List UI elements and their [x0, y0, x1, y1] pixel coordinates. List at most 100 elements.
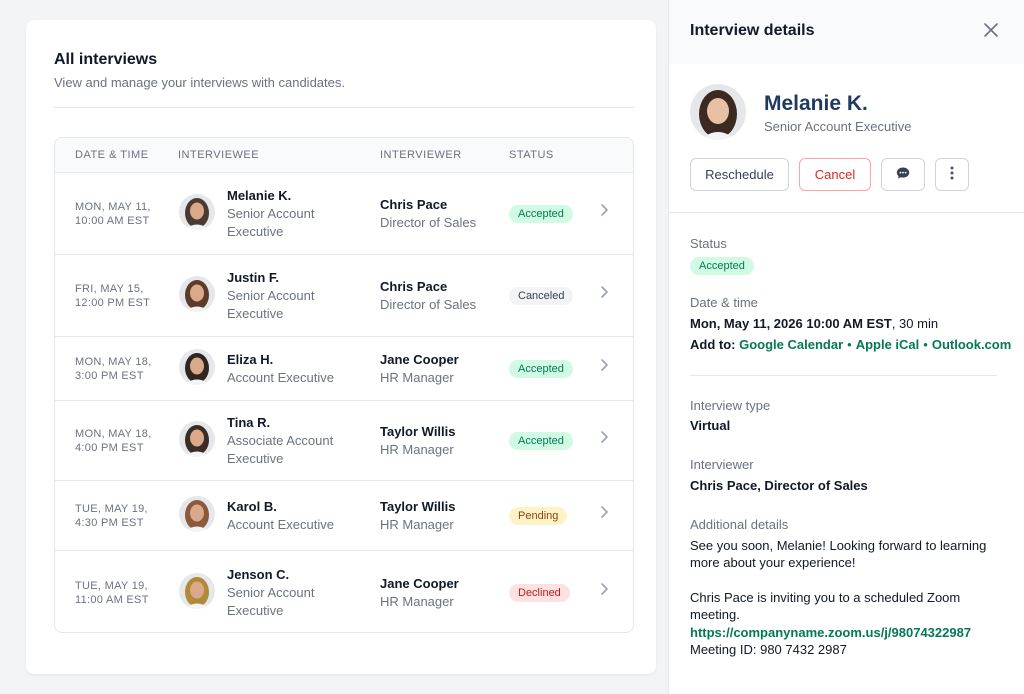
cancel-button[interactable]: Cancel	[799, 158, 871, 191]
column-header-interviewee: INTERVIEWEE	[178, 149, 260, 161]
avatar	[179, 496, 215, 532]
interviewee-role: Associate Account	[227, 433, 334, 448]
table-row[interactable]: TUE, MAY 19, 11:00 AM EST Jenson C. Seni…	[55, 551, 633, 632]
time-line: 11:00 AM EST	[75, 594, 149, 606]
apple-ical-link[interactable]: Apple iCal	[856, 337, 920, 352]
time-line: 10:00 AM EST	[75, 215, 150, 227]
panel-title: Interview details	[690, 22, 815, 39]
avatar	[179, 276, 215, 312]
avatar	[179, 194, 215, 230]
status-cell: Accepted	[509, 359, 573, 378]
interviewee-role-cont: Executive	[227, 603, 284, 618]
interviewer: Taylor Willis HR Manager	[380, 423, 500, 459]
interviewee-name: Jenson C.	[227, 567, 290, 582]
interviewer-label: Interviewer	[690, 457, 754, 472]
column-header-status: STATUS	[509, 149, 554, 161]
divider	[669, 212, 1024, 213]
page-title: All interviews	[54, 51, 158, 68]
interviewee-role: Senior Account	[227, 206, 315, 221]
status-cell: Canceled	[509, 286, 574, 305]
interviewee-name: Melanie K.	[227, 188, 292, 203]
interviewer: Jane Cooper HR Manager	[380, 575, 500, 611]
interview-details-panel: Interview details Melanie K. Senior Acco…	[668, 0, 1024, 694]
close-icon[interactable]	[979, 18, 1003, 42]
status-badge: Accepted	[509, 432, 573, 450]
interviewee-role: Senior Account	[227, 288, 315, 303]
date-line: TUE, MAY 19,	[75, 580, 148, 592]
interviewee-name: Eliza H.	[227, 352, 274, 367]
message-button[interactable]	[881, 158, 925, 191]
datetime-text: Mon, May 11, 2026 10:00 AM EST	[690, 316, 892, 331]
divider	[54, 107, 634, 108]
panel-header: Interview details	[669, 0, 1024, 64]
table-row[interactable]: FRI, MAY 15, 12:00 PM EST Justin F. Seni…	[55, 255, 633, 337]
interviewee-name: Justin F.	[227, 270, 280, 285]
interviewee: Tina R. Associate Account Executive	[227, 414, 347, 468]
avatar	[179, 349, 215, 385]
reschedule-button[interactable]: Reschedule	[690, 158, 789, 191]
interview-type-value: Virtual	[690, 418, 731, 433]
status-badge-text: Accepted	[690, 257, 754, 275]
chat-icon	[895, 165, 911, 184]
interviewer: Chris Pace Director of Sales	[380, 196, 500, 232]
status-cell: Pending	[509, 506, 568, 525]
chevron-right-icon[interactable]	[599, 505, 609, 524]
chevron-right-icon[interactable]	[599, 430, 609, 449]
interviewer-name: Taylor Willis	[380, 424, 456, 439]
candidate-role: Senior Account Executive	[764, 119, 912, 134]
interviewer-role: HR Manager	[380, 442, 454, 457]
interviewer-name: Chris Pace	[380, 279, 448, 294]
interviewee-role-cont: Executive	[227, 306, 284, 321]
table-row[interactable]: MON, MAY 11, 10:00 AM EST Melanie K. Sen…	[55, 173, 633, 255]
date-line: MON, MAY 18,	[75, 356, 152, 368]
table-row[interactable]: MON, MAY 18, 4:00 PM EST Tina R. Associa…	[55, 401, 633, 481]
interviewer-role: HR Manager	[380, 594, 454, 609]
interviewer-name: Jane Cooper	[380, 352, 459, 367]
interviewee: Jenson C. Senior Account Executive	[227, 566, 347, 620]
interviewer-name: Jane Cooper	[380, 576, 459, 591]
interviewer-role: Director of Sales	[380, 215, 477, 230]
date-line: TUE, MAY 19,	[75, 503, 148, 515]
column-header-date: DATE & TIME	[75, 149, 149, 161]
zoom-link-text[interactable]: https://companyname.zoom.us/j/9807432298…	[690, 625, 971, 640]
time-line: 3:00 PM EST	[75, 370, 144, 382]
interviews-card: All interviews View and manage your inte…	[26, 20, 656, 674]
chevron-right-icon[interactable]	[599, 285, 609, 304]
status-cell: Declined	[509, 583, 570, 602]
status-cell: Accepted	[509, 204, 573, 223]
page-subtitle: View and manage your interviews with can…	[54, 75, 345, 90]
table-row[interactable]: MON, MAY 18, 3:00 PM EST Eliza H. Accoun…	[55, 337, 633, 401]
add-to-calendar: Add to: Google Calendar • Apple iCal • Outlo…	[690, 337, 1011, 352]
zoom-link[interactable]: https://companyname.zoom.us/j/9807432298…	[690, 624, 1000, 641]
interview-type-label: Interview type	[690, 398, 771, 413]
google-calendar-link[interactable]: Google Calendar	[739, 337, 843, 352]
interviewee: Karol B. Account Executive	[227, 498, 347, 534]
interviewee-role-cont: Executive	[227, 224, 284, 239]
interviewer-role: Director of Sales	[380, 297, 477, 312]
interviewer: Taylor Willis HR Manager	[380, 498, 500, 534]
avatar	[690, 84, 746, 140]
more-vertical-icon	[950, 165, 954, 184]
interviewee-role: Senior Account	[227, 585, 315, 600]
interviewee: Melanie K. Senior Account Executive	[227, 187, 347, 241]
avatar	[179, 573, 215, 609]
more-options-button[interactable]	[935, 158, 969, 191]
interview-datetime: TUE, MAY 19, 4:30 PM EST	[75, 502, 148, 530]
interview-datetime: FRI, MAY 15, 12:00 PM EST	[75, 282, 150, 310]
table-row[interactable]: TUE, MAY 19, 4:30 PM EST Karol B. Accoun…	[55, 481, 633, 551]
outlook-link[interactable]: Outlook.com	[932, 337, 1011, 352]
chevron-right-icon[interactable]	[599, 358, 609, 377]
chevron-right-icon[interactable]	[599, 203, 609, 222]
interviewee-role-cont: Executive	[227, 451, 284, 466]
additional-details-label: Additional details	[690, 517, 789, 532]
status-label: Status	[690, 236, 727, 251]
interview-datetime: MON, MAY 18, 4:00 PM EST	[75, 427, 152, 455]
status-badge: Accepted	[509, 205, 573, 223]
separator-dot: •	[847, 337, 852, 352]
chevron-right-icon[interactable]	[599, 582, 609, 601]
details-message: See you soon, Melanie! Looking forward t…	[690, 538, 987, 570]
interviewee-name: Tina R.	[227, 415, 271, 430]
status-badge: Canceled	[509, 287, 574, 305]
column-header-interviewer: INTERVIEWER	[380, 149, 462, 161]
add-to-label: Add to:	[690, 337, 736, 352]
